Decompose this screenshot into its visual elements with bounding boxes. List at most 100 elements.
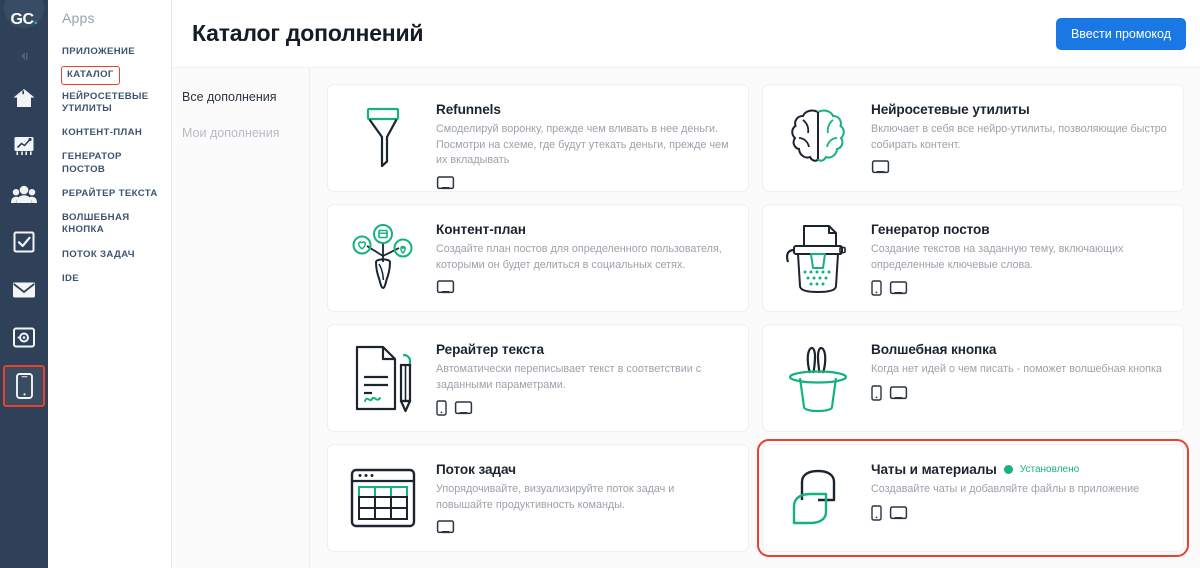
- sidebar-item-neuro-utils[interactable]: НЕЙРОСЕТЕВЫЕ УТИЛИТЫ: [48, 85, 171, 122]
- laptop-icon: [436, 520, 455, 534]
- mail-icon[interactable]: [0, 266, 48, 314]
- card-title: Refunnels: [436, 102, 501, 117]
- laptop-icon: [889, 281, 908, 295]
- funnel-icon: [340, 97, 426, 179]
- addon-card-chats-and-materials[interactable]: Чаты и материалы Установлено Создавайте …: [757, 439, 1189, 557]
- logo-text-main: GC: [10, 11, 35, 28]
- phone-icon: [871, 504, 882, 521]
- card-title: Контент-план: [436, 222, 526, 237]
- installed-status-dot: [1003, 465, 1013, 474]
- card-description: Включает в себя все нейро-утилиты, позво…: [871, 123, 1167, 151]
- filter-my-addons[interactable]: Мои дополнения: [182, 126, 309, 162]
- tasks-icon[interactable]: [0, 218, 48, 266]
- app-root: GC. Apps ПРИЛОЖЕНИЕ КАТАЛОГ НЕЙРОСЕТЕВЫЕ…: [0, 0, 1200, 568]
- card-body: Волшебная кнопка Когда нет идей о чем пи…: [871, 337, 1169, 419]
- sidebar-item-magic-button[interactable]: ВОЛШЕБНАЯ КНОПКА: [48, 206, 171, 243]
- card-title-row: Рерайтер текста: [436, 342, 734, 357]
- top-bar: Каталог дополнений Ввести промокод: [172, 0, 1200, 68]
- card-title-row: Поток задач: [436, 462, 734, 477]
- content-plan-icon: [340, 217, 426, 299]
- logo-text: GC.: [11, 11, 38, 29]
- addon-card-neuro-utils[interactable]: Нейросетевые утилиты Включает в себя все…: [762, 84, 1184, 192]
- card-description: Создание текстов на заданную тему, включ…: [871, 243, 1124, 271]
- content-body: Все дополнения Мои дополнения Refunnels …: [172, 68, 1200, 568]
- enter-promocode-button[interactable]: Ввести промокод: [1055, 17, 1186, 50]
- platform-badges: [436, 280, 734, 295]
- platform-badges: [436, 520, 734, 535]
- addons-grid: Refunnels Смоделируй воронку, прежде чем…: [327, 84, 1189, 557]
- platform-badges: [871, 504, 1169, 521]
- card-title-row: Контент-план: [436, 222, 734, 237]
- apps-menu-sidebar: Apps ПРИЛОЖЕНИЕ КАТАЛОГ НЕЙРОСЕТЕВЫЕ УТИ…: [48, 0, 172, 568]
- home-icon[interactable]: [0, 74, 48, 122]
- sidebar-item-text-rewriter[interactable]: РЕРАЙТЕР ТЕКСТА: [48, 182, 171, 206]
- card-description: Смоделируй воронку, прежде чем вливать в…: [436, 123, 729, 167]
- card-title-row: Генератор постов: [871, 222, 1169, 237]
- card-description: Когда нет идей о чем писать - поможет во…: [871, 363, 1162, 375]
- addon-card-content-plan[interactable]: Контент-план Создайте план постов для оп…: [327, 204, 749, 312]
- users-icon[interactable]: [0, 170, 48, 218]
- sidebar-item-post-generator[interactable]: ГЕНЕРАТОР ПОСТОВ: [48, 145, 171, 182]
- card-title: Поток задач: [436, 462, 516, 477]
- sidebar-item-ide[interactable]: IDE: [48, 267, 171, 291]
- laptop-icon: [436, 280, 455, 294]
- card-title: Чаты и материалы: [871, 462, 997, 477]
- platform-badges: [436, 176, 734, 191]
- card-body: Refunnels Смоделируй воронку, прежде чем…: [436, 97, 734, 190]
- collapse-icon[interactable]: [0, 40, 48, 74]
- logo-text-accent: .: [33, 11, 38, 28]
- card-body: Рерайтер текста Автоматически переписыва…: [436, 337, 734, 419]
- app-logo[interactable]: GC.: [0, 0, 48, 40]
- icon-rail: GC.: [0, 0, 48, 568]
- phone-icon: [436, 400, 447, 416]
- sidebar-item-prilozhenie[interactable]: ПРИЛОЖЕНИЕ: [48, 40, 171, 64]
- phone-icon: [871, 384, 882, 401]
- card-description: Создайте план постов для определенного п…: [436, 243, 722, 271]
- card-description: Упорядочивайте, визуализируйте поток зад…: [436, 483, 675, 511]
- catalog-grid-wrapper: Refunnels Смоделируй воронку, прежде чем…: [310, 68, 1200, 568]
- card-body: Генератор постов Создание текстов на зад…: [871, 217, 1169, 299]
- magic-hat-icon: [775, 337, 861, 419]
- card-title-row: Чаты и материалы Установлено: [871, 462, 1169, 477]
- addon-card-post-generator[interactable]: Генератор постов Создание текстов на зад…: [762, 204, 1184, 312]
- status-badge: Установлено: [1019, 464, 1080, 475]
- platform-badges: [436, 400, 734, 416]
- addon-card-text-rewriter[interactable]: Рерайтер текста Автоматически переписыва…: [327, 324, 749, 432]
- card-description: Создавайте чаты и добавляйте файлы в при…: [871, 483, 1140, 495]
- addon-card-magic-button[interactable]: Волшебная кнопка Когда нет идей о чем пи…: [762, 324, 1184, 432]
- sidebar-item-katalog[interactable]: КАТАЛОГ: [61, 66, 120, 85]
- card-title: Волшебная кнопка: [871, 342, 997, 357]
- analytics-icon[interactable]: [0, 122, 48, 170]
- sidebar-item-task-flow[interactable]: ПОТОК ЗАДАЧ: [48, 243, 171, 267]
- mobile-app-icon[interactable]: [0, 362, 48, 410]
- filter-all-addons[interactable]: Все дополнения: [182, 90, 309, 126]
- platform-badges: [871, 384, 1169, 401]
- apps-menu-title: Apps: [62, 10, 95, 26]
- card-title: Генератор постов: [871, 222, 990, 237]
- chats-icon: [775, 457, 861, 539]
- sidebar-item-content-plan[interactable]: КОНТЕНТ-ПЛАН: [48, 121, 171, 145]
- laptop-icon: [454, 401, 473, 415]
- card-description: Автоматически переписывает текст в соотв…: [436, 363, 702, 391]
- addon-card-task-flow[interactable]: Поток задач Упорядочивайте, визуализируй…: [327, 444, 749, 552]
- laptop-icon: [889, 505, 908, 519]
- laptop-icon: [889, 385, 908, 399]
- card-title-row: Нейросетевые утилиты: [871, 102, 1169, 117]
- phone-icon: [871, 280, 882, 296]
- card-title-row: Волшебная кнопка: [871, 342, 1169, 357]
- laptop-icon: [436, 176, 455, 190]
- card-title-row: Refunnels: [436, 102, 734, 117]
- brain-icon: [775, 97, 861, 179]
- card-title: Рерайтер текста: [436, 342, 544, 357]
- card-title: Нейросетевые утилиты: [871, 102, 1030, 117]
- safe-icon[interactable]: [0, 314, 48, 362]
- card-body: Поток задач Упорядочивайте, визуализируй…: [436, 457, 734, 539]
- page-title: Каталог дополнений: [192, 20, 424, 46]
- card-body: Контент-план Создайте план постов для оп…: [436, 217, 734, 299]
- addon-card-refunnels[interactable]: Refunnels Смоделируй воронку, прежде чем…: [327, 84, 749, 192]
- task-flow-icon: [340, 457, 426, 539]
- text-rewriter-icon: [340, 337, 426, 419]
- platform-badges: [871, 160, 1169, 175]
- main-content: Каталог дополнений Ввести промокод Все д…: [172, 0, 1200, 568]
- post-generator-icon: [775, 217, 861, 299]
